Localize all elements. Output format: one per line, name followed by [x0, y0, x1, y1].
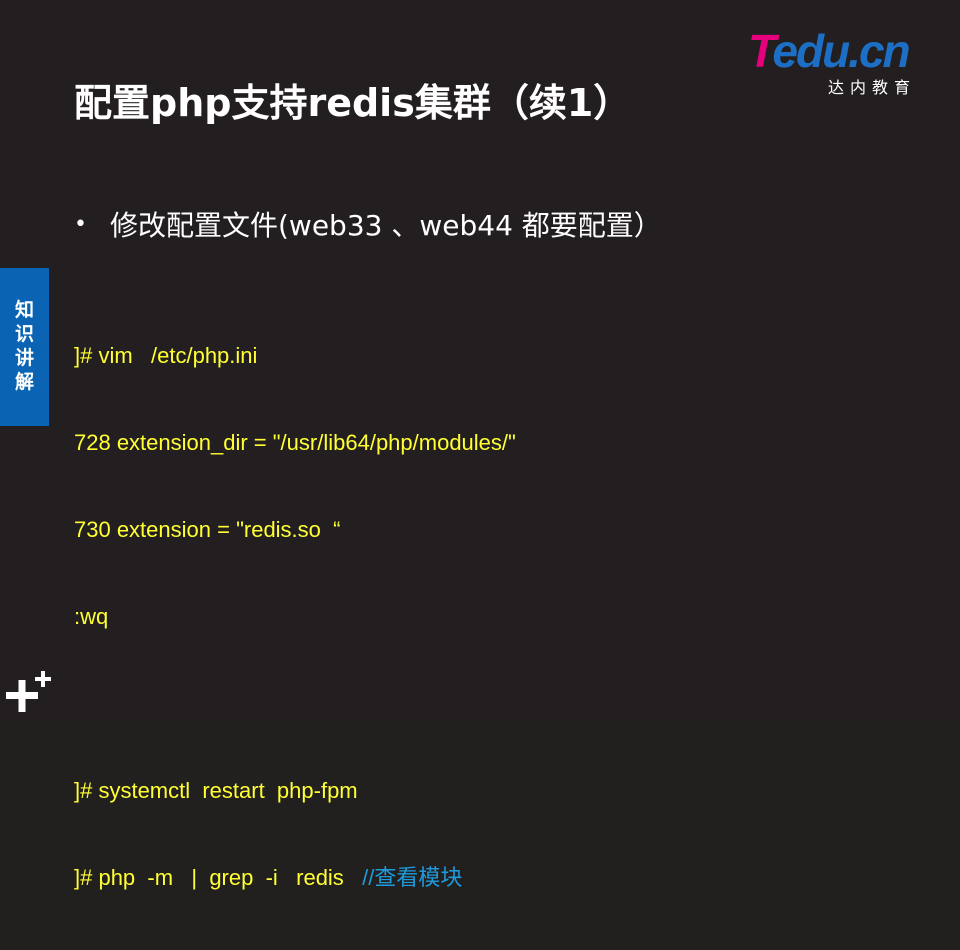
- bullet-item: • 修改配置文件(web33 、web44 都要配置）: [74, 204, 662, 244]
- logo-t: T: [748, 25, 774, 77]
- code-line: ]# vim /etc/php.ini: [74, 343, 258, 368]
- code-command: ]# php -m | grep -i redis: [74, 865, 363, 890]
- logo-rest: edu.cn: [772, 25, 910, 77]
- tedu-logo: Tedu.cn 达内教育: [748, 28, 938, 108]
- plus-plus-icon: [6, 671, 51, 712]
- code-comment: //查看模块: [362, 865, 463, 890]
- code-gap: [74, 689, 516, 718]
- bullet-text: 修改配置文件(web33 、web44 都要配置）: [110, 209, 662, 242]
- side-tab-char: 解: [14, 371, 34, 393]
- code-line-last: ]# php -m | grep -i redis //查看模块: [74, 863, 516, 892]
- page-title: 配置php支持redis集群（续1）: [74, 81, 632, 125]
- side-tab-knowledge: 知 识 讲 解: [0, 268, 49, 426]
- bullet-marker: •: [74, 212, 87, 237]
- code-block: ]# vim /etc/php.ini 728 extension_dir = …: [74, 283, 516, 950]
- logo-wordmark: Tedu.cn: [748, 25, 911, 77]
- slide: 配置php支持redis集群（续1） Tedu.cn 达内教育 • 修改配置文件(…: [0, 0, 960, 890]
- side-tab-char: 识: [14, 323, 34, 345]
- code-line: ]# systemctl restart php-fpm: [74, 778, 358, 803]
- logo-subtitle: 达内教育: [828, 78, 917, 97]
- side-tab-char: 知: [14, 299, 34, 321]
- code-line: 730 extension = "redis.so “: [74, 517, 341, 542]
- code-line: 728 extension_dir = "/usr/lib64/php/modu…: [74, 430, 516, 455]
- side-tab-label: 知 识 讲 解: [0, 298, 49, 394]
- code-line: :wq: [74, 604, 109, 629]
- side-tab-char: 讲: [14, 347, 34, 369]
